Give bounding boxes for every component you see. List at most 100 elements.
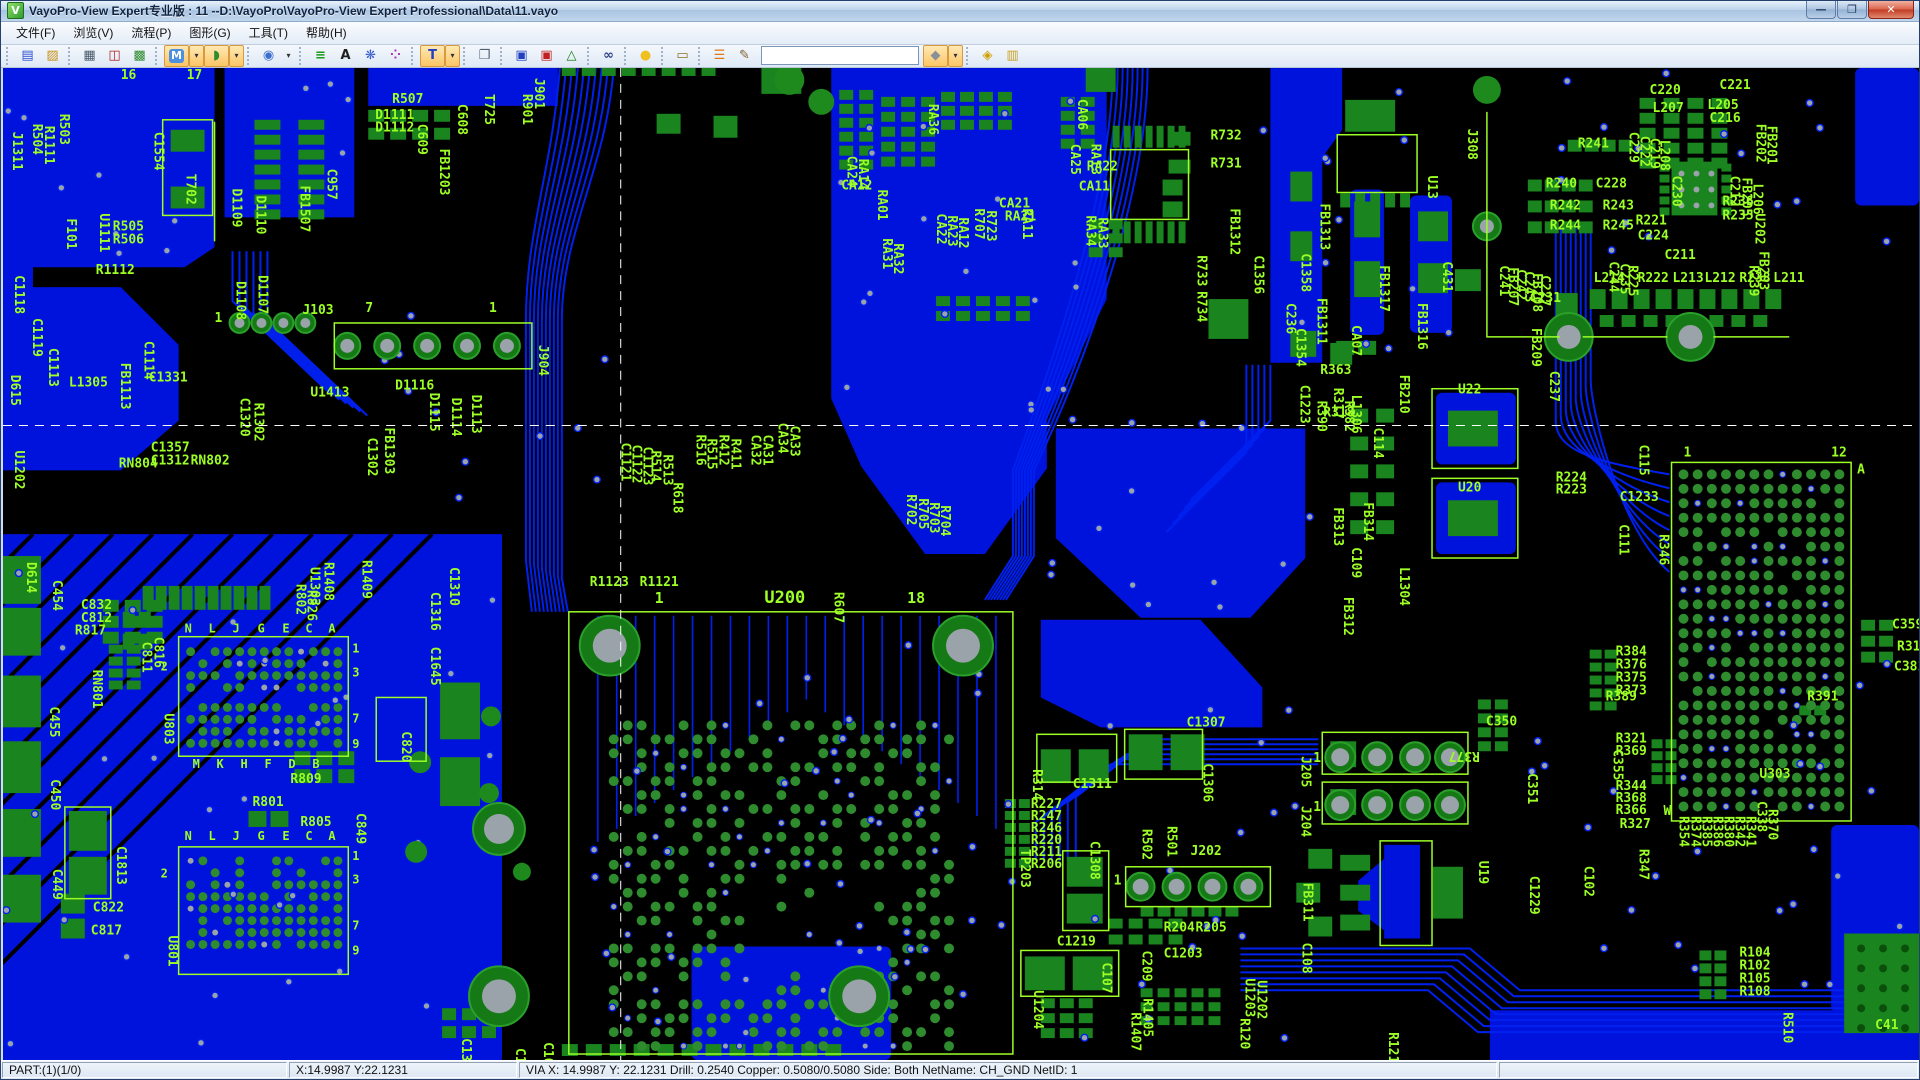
- board-view-button-dropdown[interactable]: ▾: [229, 45, 244, 67]
- socket-pad: [297, 868, 306, 877]
- bga-ball: [1749, 570, 1759, 580]
- pcb-canvas[interactable]: J1311R504R1111R503C1554T702D1109D1110FB1…: [3, 68, 1919, 1060]
- align-button[interactable]: ◈: [975, 45, 1000, 67]
- via: [61, 916, 68, 923]
- pcb-label: R221: [1636, 213, 1667, 228]
- title-bar[interactable]: V VayoPro-View Expert专业版 : 11 --D:\VayoP…: [1, 1, 1919, 22]
- pad-drill: [500, 339, 514, 353]
- measure-button[interactable]: ▭: [670, 45, 695, 67]
- via: [1822, 601, 1828, 607]
- bga-ball: [888, 832, 898, 842]
- layer-stack-button[interactable]: ☰: [707, 45, 732, 67]
- via: [188, 906, 194, 912]
- component-list-button[interactable]: ▦: [77, 45, 102, 67]
- bga-ball: [1749, 715, 1759, 725]
- menu-item-2[interactable]: 流程(P): [122, 21, 180, 44]
- component-pad: [859, 90, 873, 100]
- bga-ball: [1834, 744, 1844, 754]
- via: [681, 1043, 687, 1049]
- component-pad: [1652, 763, 1663, 772]
- bga-ball: [888, 846, 898, 856]
- socket-pad: [309, 940, 318, 949]
- machine-view-button-dropdown[interactable]: ▾: [189, 45, 204, 67]
- layer-list-button[interactable]: ≡: [308, 45, 333, 67]
- bga-ball: [1834, 715, 1844, 725]
- via: [59, 644, 66, 651]
- menu-item-3[interactable]: 图形(G): [180, 21, 239, 44]
- bga-ball: [1834, 758, 1844, 768]
- via: [742, 1029, 749, 1036]
- via: [1695, 500, 1701, 506]
- bga-ball: [1707, 498, 1717, 508]
- color-legend-button[interactable]: A: [333, 45, 358, 67]
- text-display-button-dropdown[interactable]: ▾: [445, 45, 460, 67]
- axis-button[interactable]: △: [559, 45, 584, 67]
- component-pad: [1208, 299, 1248, 339]
- close-button[interactable]: ✕: [1868, 1, 1914, 19]
- socket-pad: [247, 671, 256, 680]
- component-pad: [1208, 988, 1220, 997]
- board-image-button[interactable]: ▩: [127, 45, 152, 67]
- pcb-label: FB1317: [1376, 265, 1391, 312]
- via: [1810, 846, 1817, 853]
- bga-ball: [1693, 513, 1703, 523]
- component-pad: [1113, 221, 1120, 243]
- socket-pad: [284, 916, 293, 925]
- save-button[interactable]: ▤: [15, 45, 40, 67]
- menu-item-1[interactable]: 浏览(V): [64, 21, 122, 44]
- pcb-label: R241: [1578, 137, 1609, 152]
- net-points-button[interactable]: ⁘: [383, 45, 408, 67]
- new-window-button[interactable]: ❐: [472, 45, 497, 67]
- menu-item-5[interactable]: 帮助(H): [297, 21, 356, 44]
- eraser-button-dropdown[interactable]: ▾: [948, 45, 963, 67]
- bga-ball: [651, 915, 661, 925]
- pcb-label: C230: [1669, 175, 1684, 206]
- via: [456, 494, 463, 501]
- menu-item-4[interactable]: 工具(T): [240, 21, 297, 44]
- component-pad: [462, 1026, 476, 1038]
- highlight-button[interactable]: ●: [633, 45, 658, 67]
- via: [447, 670, 454, 677]
- bga-ball: [1735, 570, 1745, 580]
- text-display-button[interactable]: T: [420, 45, 445, 67]
- rotate-view-button[interactable]: ◉: [256, 45, 281, 67]
- socket-pad: [260, 739, 269, 748]
- display-settings-button[interactable]: ❋: [358, 45, 383, 67]
- eraser-button[interactable]: ◆: [923, 45, 948, 67]
- pcb-label: R206: [1031, 857, 1062, 872]
- rotate-view-button-dropdown[interactable]: ▾: [281, 45, 296, 67]
- pcb-label: R503: [56, 114, 71, 145]
- toolbar-search-combobox[interactable]: [761, 46, 919, 65]
- via: [960, 991, 967, 998]
- bga-ball: [1749, 773, 1759, 783]
- machine-view-button[interactable]: M: [164, 45, 189, 67]
- pcb-label: T702: [183, 173, 198, 204]
- component-pad: [3, 675, 41, 727]
- board-view-button[interactable]: ◗: [204, 45, 229, 67]
- minimize-button[interactable]: —: [1806, 1, 1836, 19]
- via: [462, 458, 469, 465]
- export-button[interactable]: ▨: [40, 45, 65, 67]
- through-hole-pad: [481, 706, 501, 726]
- via: [1258, 739, 1265, 746]
- statistics-button[interactable]: ◫: [102, 45, 127, 67]
- component-pad: [298, 135, 324, 145]
- component-pad: [1019, 799, 1030, 808]
- pcb-viewport[interactable]: J1311R504R1111R503C1554T702D1109D1110FB1…: [1, 68, 1919, 1060]
- pcb-label: R1111: [41, 126, 56, 165]
- report-button[interactable]: ▥: [1000, 45, 1025, 67]
- edit-notes-button[interactable]: ✎: [732, 45, 757, 67]
- via: [1695, 587, 1701, 593]
- bga-ball: [1721, 570, 1731, 580]
- restore-button[interactable]: ❐: [1837, 1, 1867, 19]
- via: [834, 778, 840, 784]
- search-button[interactable]: ∞: [596, 45, 621, 67]
- pin-red-button[interactable]: ▣: [534, 45, 559, 67]
- component-pad: [1019, 835, 1030, 844]
- bga-ball: [916, 1027, 926, 1037]
- pin-blue-button[interactable]: ▣: [509, 45, 534, 67]
- bga-ball: [1834, 527, 1844, 537]
- pcb-label: FB1313: [1316, 203, 1331, 250]
- menu-item-0[interactable]: 文件(F): [7, 21, 64, 44]
- bga-ball: [804, 846, 814, 856]
